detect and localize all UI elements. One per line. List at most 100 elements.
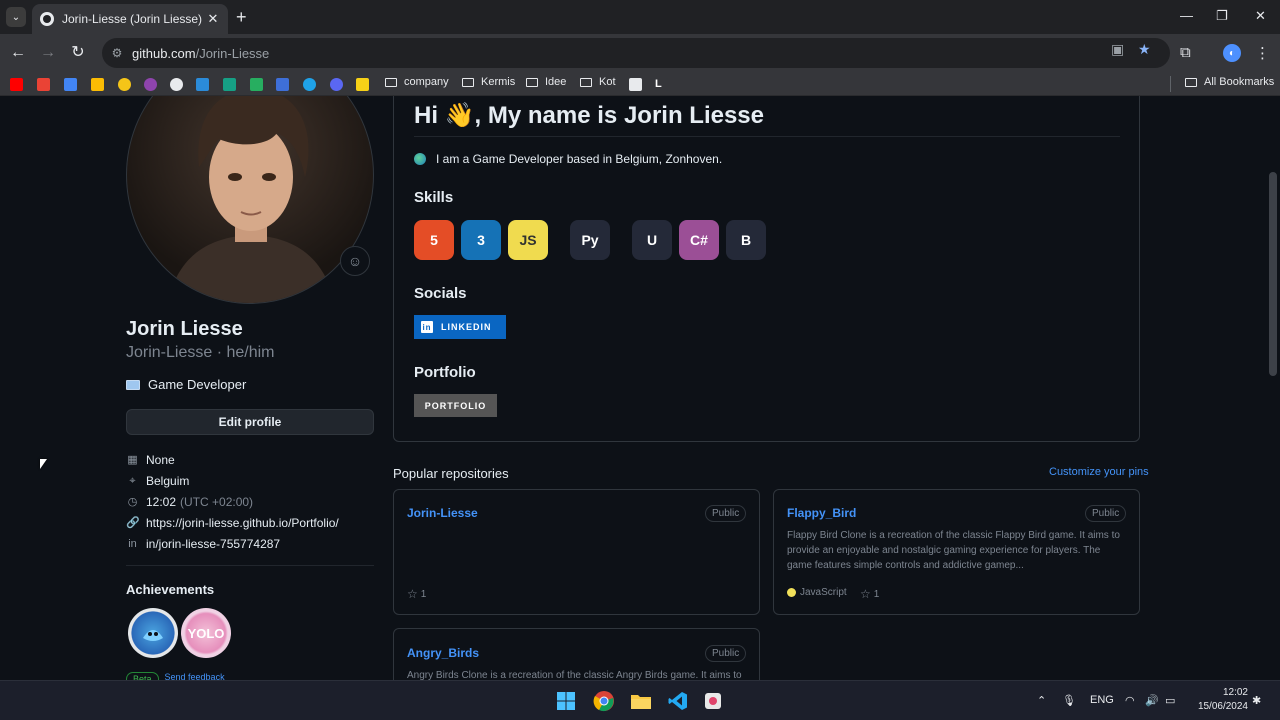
bookmark-icon-14[interactable]	[356, 78, 369, 91]
youtube-bookmark-icon[interactable]	[10, 78, 23, 91]
repo-stars[interactable]: ☆ 1	[860, 587, 879, 601]
folder-label: company	[404, 76, 449, 88]
link-icon: 🔗	[126, 516, 140, 529]
profile-company: ▦ None	[126, 453, 174, 467]
notification-icon[interactable]: ✱	[1252, 694, 1261, 707]
language-indicator[interactable]: ENG	[1090, 694, 1114, 706]
edit-profile-button[interactable]: Edit profile	[126, 409, 374, 435]
bookmark-icon-15[interactable]	[629, 78, 642, 91]
tray-overflow-icon[interactable]: ⌃	[1037, 694, 1046, 707]
profile-website: 🔗 https://jorin-liesse.github.io/Portfol…	[126, 516, 339, 530]
css3-icon[interactable]: 3	[461, 220, 501, 260]
minimize-button[interactable]: —	[1180, 8, 1193, 23]
vscode-icon[interactable]	[666, 689, 690, 713]
csharp-icon[interactable]: C#	[679, 220, 719, 260]
volume-icon[interactable]: 🔊	[1145, 694, 1159, 707]
bookmark-icon-13[interactable]	[330, 78, 343, 91]
achievement-shark-badge[interactable]	[128, 608, 178, 658]
back-icon[interactable]: ←	[8, 43, 28, 63]
url-host: github.com	[132, 45, 196, 61]
portfolio-badge-button[interactable]: PORTFOLIO	[414, 394, 497, 417]
javascript-icon[interactable]: JS	[508, 220, 548, 260]
extensions-icon[interactable]: ⧉	[1180, 44, 1191, 61]
intro-text: I am a Game Developer based in Belgium, …	[436, 152, 723, 166]
linkedin-badge-button[interactable]: in LINKEDIN	[414, 315, 506, 339]
profile-avatar[interactable]	[126, 96, 374, 304]
microphone-icon[interactable]: 🎙	[1062, 694, 1076, 707]
bookmark-folder-company[interactable]: company	[385, 76, 449, 88]
all-bookmarks-button[interactable]: All Bookmarks	[1185, 76, 1274, 88]
wifi-icon[interactable]: ◠	[1125, 694, 1135, 707]
tab-search-button[interactable]: ⌄	[6, 7, 26, 27]
start-windows-icon[interactable]	[554, 689, 578, 713]
chrome-taskbar-icon[interactable]	[592, 689, 616, 713]
bookmark-icon-16[interactable]: L	[655, 78, 668, 91]
forward-icon[interactable]: →	[38, 43, 58, 63]
profile-linkedin: in in/jorin-liesse-755774287	[126, 537, 280, 551]
site-info-icon[interactable]: ⚙	[110, 46, 124, 60]
achievements-heading[interactable]: Achievements	[126, 582, 214, 597]
bookmark-folder-idee[interactable]: Idee	[526, 76, 566, 88]
bookmark-icon-5[interactable]	[118, 78, 131, 91]
bookmark-icon-8[interactable]	[196, 78, 209, 91]
file-explorer-icon[interactable]	[629, 689, 653, 713]
bookmark-icon-10[interactable]	[250, 78, 263, 91]
new-tab-button[interactable]: +	[236, 8, 247, 26]
laptop-icon	[126, 379, 140, 390]
battery-icon[interactable]: ▭	[1165, 694, 1175, 707]
repo-description: Flappy Bird Clone is a recreation of the…	[787, 530, 1120, 571]
linkedin-badge-label: LINKEDIN	[441, 322, 492, 332]
github-profile-page: ☺ Jorin Liesse Jorin-Liesse · he/him Gam…	[0, 96, 1280, 680]
blender-icon[interactable]: B	[726, 220, 766, 260]
gmail-bookmark-icon[interactable]	[37, 78, 50, 91]
bookmark-icon-6[interactable]	[144, 78, 157, 91]
bookmark-icon-11[interactable]	[276, 78, 289, 91]
menu-icon[interactable]: ⋮	[1255, 44, 1270, 62]
close-window-button[interactable]: ✕	[1255, 8, 1266, 24]
readme-intro: I am a Game Developer based in Belgium, …	[414, 152, 722, 166]
repo-name-link[interactable]: Angry_Birds	[407, 646, 479, 660]
browser-profile-avatar[interactable]: ◐	[1223, 44, 1241, 62]
tab-title: Jorin-Liesse (Jorin Liesse)	[62, 12, 203, 26]
language-name: JavaScript	[800, 587, 847, 598]
restore-button[interactable]: ❐	[1216, 8, 1228, 24]
profile-localtime: ◷ 12:02 (UTC +02:00)	[126, 495, 253, 509]
address-bar[interactable]: ⚙ github.com/Jorin-Liesse	[102, 38, 1170, 68]
snipping-tool-icon[interactable]	[701, 689, 725, 713]
python-icon[interactable]: Py	[570, 220, 610, 260]
website-link[interactable]: https://jorin-liesse.github.io/Portfolio…	[146, 516, 339, 530]
reload-icon[interactable]: ↻	[68, 43, 88, 63]
linkedin-link[interactable]: in/jorin-liesse-755774287	[146, 537, 280, 551]
repo-stars[interactable]: ☆ 1	[407, 587, 426, 601]
docs-bookmark-icon[interactable]	[64, 78, 77, 91]
install-app-icon[interactable]: ▣	[1111, 41, 1124, 58]
folder-icon	[1185, 77, 1197, 87]
repo-name-link[interactable]: Jorin-Liesse	[407, 506, 478, 520]
taskbar-clock[interactable]: 12:02 15/06/2024	[1192, 686, 1248, 714]
unity-icon[interactable]: U	[632, 220, 672, 260]
socials-heading: Socials	[414, 285, 467, 302]
scrollbar-thumb[interactable]	[1269, 172, 1277, 376]
linkedin-icon: in	[128, 537, 137, 550]
organization-icon: ▦	[127, 453, 138, 466]
folder-icon	[462, 77, 474, 87]
achievement-yolo-badge[interactable]: YOLO	[181, 608, 231, 658]
bookmark-icon-7[interactable]	[170, 78, 183, 91]
bookmark-folder-kermis[interactable]: Kermis	[462, 76, 515, 88]
html5-icon[interactable]: 5	[414, 220, 454, 260]
tab-close-icon[interactable]: ✕	[206, 11, 220, 27]
github-favicon-icon	[40, 12, 54, 26]
bookmark-icon-9[interactable]	[223, 78, 236, 91]
star-icon: ☆	[860, 587, 871, 601]
set-status-smiley-icon[interactable]: ☺	[340, 246, 370, 276]
slides-bookmark-icon[interactable]	[91, 78, 104, 91]
bookmark-folder-kot[interactable]: Kot	[580, 76, 616, 88]
visibility-label: Public	[705, 645, 747, 662]
star-icon: ☆	[407, 587, 418, 601]
bookmark-star-icon[interactable]: ★	[1138, 41, 1151, 58]
send-feedback-link[interactable]: Send feedback	[165, 672, 225, 680]
repo-name-link[interactable]: Flappy_Bird	[787, 506, 856, 520]
active-tab[interactable]: Jorin-Liesse (Jorin Liesse) ✕	[32, 4, 228, 34]
bookmark-icon-12[interactable]	[303, 78, 316, 91]
customize-pins-link[interactable]: Customize your pins	[1049, 466, 1149, 478]
